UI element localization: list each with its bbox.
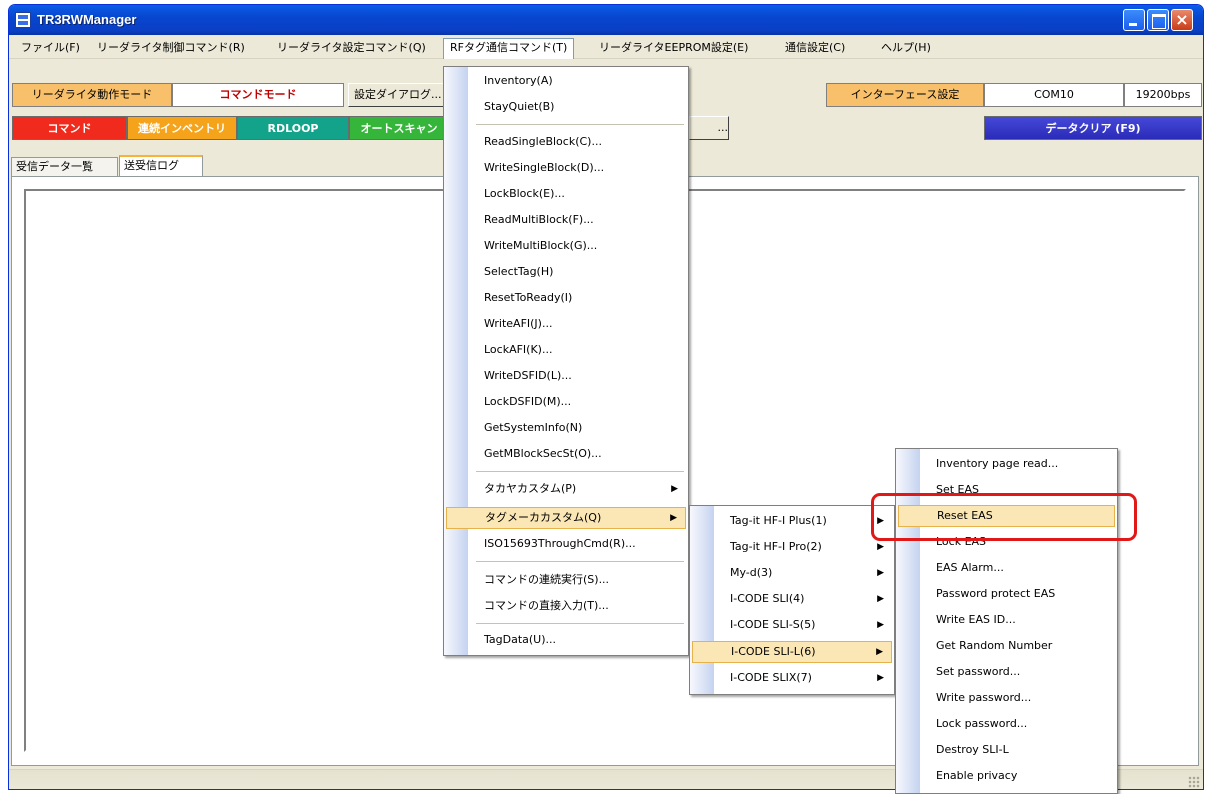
submenu-arrow-icon: ▶ <box>876 647 883 657</box>
menu-rf-tag[interactable]: RFタグ通信コマンド(T) <box>443 38 575 59</box>
highlight-annotation <box>871 493 1137 541</box>
submenu-arrow-icon: ▶ <box>877 594 884 604</box>
slil-item-get-random-number[interactable]: Get Random Number <box>920 635 1115 657</box>
data-clear-button[interactable]: データクリア (F9) <box>984 116 1202 140</box>
submenu-item-icode-sli-s[interactable]: I-CODE SLI-S(5) ▶ <box>714 614 892 636</box>
port-value: COM10 <box>984 83 1124 107</box>
submenu-item-icode-slix[interactable]: I-CODE SLIX(7) ▶ <box>714 667 892 689</box>
menu-item-writesingleblock[interactable]: WriteSingleBlock(D)... <box>468 157 686 179</box>
menu-eeprom[interactable]: リーダライタEEPROM設定(E) <box>593 39 754 57</box>
menu-help[interactable]: ヘルプ(H) <box>875 39 937 57</box>
rf-tag-menu: Inventory(A) StayQuiet(B) ReadSingleBloc… <box>443 66 689 656</box>
menu-item-readsingleblock[interactable]: ReadSingleBlock(C)... <box>468 131 686 153</box>
submenu-item-myd[interactable]: My-d(3) ▶ <box>714 562 892 584</box>
title-bar[interactable]: TR3RWManager × <box>9 5 1203 35</box>
rdloop-button[interactable]: RDLOOP <box>237 116 349 140</box>
continuous-inventory-button[interactable]: 連続インベントリ <box>127 116 237 140</box>
settings-dialog-button[interactable]: 設定ダイアログ... <box>348 83 448 107</box>
slil-item-inventory-page-read[interactable]: Inventory page read... <box>920 453 1115 475</box>
menu-rw-control[interactable]: リーダライタ制御コマンド(R) <box>91 39 251 57</box>
submenu-arrow-icon: ▶ <box>877 568 884 578</box>
menu-rw-settings[interactable]: リーダライタ設定コマンド(Q) <box>271 39 432 57</box>
menu-item-getsysteminfo[interactable]: GetSystemInfo(N) <box>468 417 686 439</box>
menu-item-takaya-custom[interactable]: タカヤカスタム(P) ▶ <box>468 478 686 500</box>
app-icon <box>15 12 31 28</box>
menu-item-direct-input[interactable]: コマンドの直接入力(T)... <box>468 595 686 617</box>
submenu-item-tagit-pro[interactable]: Tag-it HF-I Pro(2) ▶ <box>714 536 892 558</box>
menu-item-writedsfid[interactable]: WriteDSFID(L)... <box>468 365 686 387</box>
menu-item-stayquiet[interactable]: StayQuiet(B) <box>468 96 686 118</box>
menu-file[interactable]: ファイル(F) <box>15 39 86 57</box>
menu-separator <box>476 561 684 562</box>
menu-item-readmultiblock[interactable]: ReadMultiBlock(F)... <box>468 209 686 231</box>
menu-separator <box>476 124 684 125</box>
menu-item-selecttag[interactable]: SelectTag(H) <box>468 261 686 283</box>
submenu-item-icode-sli[interactable]: I-CODE SLI(4) ▶ <box>714 588 892 610</box>
command-button[interactable]: コマンド <box>12 116 127 140</box>
submenu-arrow-icon: ▶ <box>877 620 884 630</box>
submenu-arrow-icon: ▶ <box>671 484 678 494</box>
submenu-item-tagit-plus[interactable]: Tag-it HF-I Plus(1) ▶ <box>714 510 892 532</box>
baud-value: 19200bps <box>1124 83 1202 107</box>
menu-item-lockdsfid[interactable]: LockDSFID(M)... <box>468 391 686 413</box>
slil-item-password-protect-eas[interactable]: Password protect EAS <box>920 583 1115 605</box>
menu-item-getmblocksecst[interactable]: GetMBlockSecSt(O)... <box>468 443 686 465</box>
menu-item-tagmaker-custom[interactable]: タグメーカカスタム(Q) ▶ <box>446 507 686 529</box>
tab-received-data[interactable]: 受信データ一覧 <box>11 157 118 177</box>
maximize-button[interactable] <box>1147 9 1169 31</box>
menu-item-resettoready[interactable]: ResetToReady(I) <box>468 287 686 309</box>
menu-item-iso15693-through[interactable]: ISO15693ThroughCmd(R)... <box>468 533 686 555</box>
resize-grip-icon[interactable] <box>1188 776 1200 788</box>
menu-comm-settings[interactable]: 通信設定(C) <box>779 39 851 57</box>
slil-item-write-password[interactable]: Write password... <box>920 687 1115 709</box>
window-title: TR3RWManager <box>37 12 137 27</box>
mode-value: コマンドモード <box>172 83 344 107</box>
autoscan-button[interactable]: オートスキャン <box>349 116 449 140</box>
menu-item-continuous-exec[interactable]: コマンドの連続実行(S)... <box>468 569 686 591</box>
submenu-arrow-icon: ▶ <box>877 673 884 683</box>
close-icon: × <box>1175 10 1189 29</box>
submenu-item-icode-sli-l[interactable]: I-CODE SLI-L(6) ▶ <box>692 641 892 663</box>
submenu-arrow-icon: ▶ <box>670 513 677 523</box>
tagmaker-submenu: Tag-it HF-I Plus(1) ▶ Tag-it HF-I Pro(2) ▶… <box>689 505 895 695</box>
menu-bar: ファイル(F) リーダライタ制御コマンド(R) リーダライタ設定コマンド(Q) … <box>9 37 1203 59</box>
slil-item-destroy-sli-l[interactable]: Destroy SLI-L <box>920 739 1115 761</box>
ellipsis-button[interactable]: ... <box>689 116 729 140</box>
menu-separator <box>476 623 684 624</box>
minimize-button[interactable] <box>1123 9 1145 31</box>
menu-item-lockblock[interactable]: LockBlock(E)... <box>468 183 686 205</box>
interface-label: インターフェース設定 <box>826 83 984 107</box>
menu-item-inventory[interactable]: Inventory(A) <box>468 70 686 92</box>
menu-item-writemultiblock[interactable]: WriteMultiBlock(G)... <box>468 235 686 257</box>
slil-item-set-password[interactable]: Set password... <box>920 661 1115 683</box>
menu-item-lockafi[interactable]: LockAFI(K)... <box>468 339 686 361</box>
slil-item-write-eas-id[interactable]: Write EAS ID... <box>920 609 1115 631</box>
menu-item-writeafi[interactable]: WriteAFI(J)... <box>468 313 686 335</box>
slil-item-lock-password[interactable]: Lock password... <box>920 713 1115 735</box>
menu-separator <box>476 471 684 472</box>
mode-label: リーダライタ動作モード <box>12 83 172 107</box>
tab-send-receive-log[interactable]: 送受信ログ <box>119 155 203 177</box>
menu-item-tagdata[interactable]: TagData(U)... <box>468 629 686 651</box>
close-button[interactable]: × <box>1171 9 1193 31</box>
slil-item-eas-alarm[interactable]: EAS Alarm... <box>920 557 1115 579</box>
slil-item-enable-privacy[interactable]: Enable privacy <box>920 765 1115 787</box>
